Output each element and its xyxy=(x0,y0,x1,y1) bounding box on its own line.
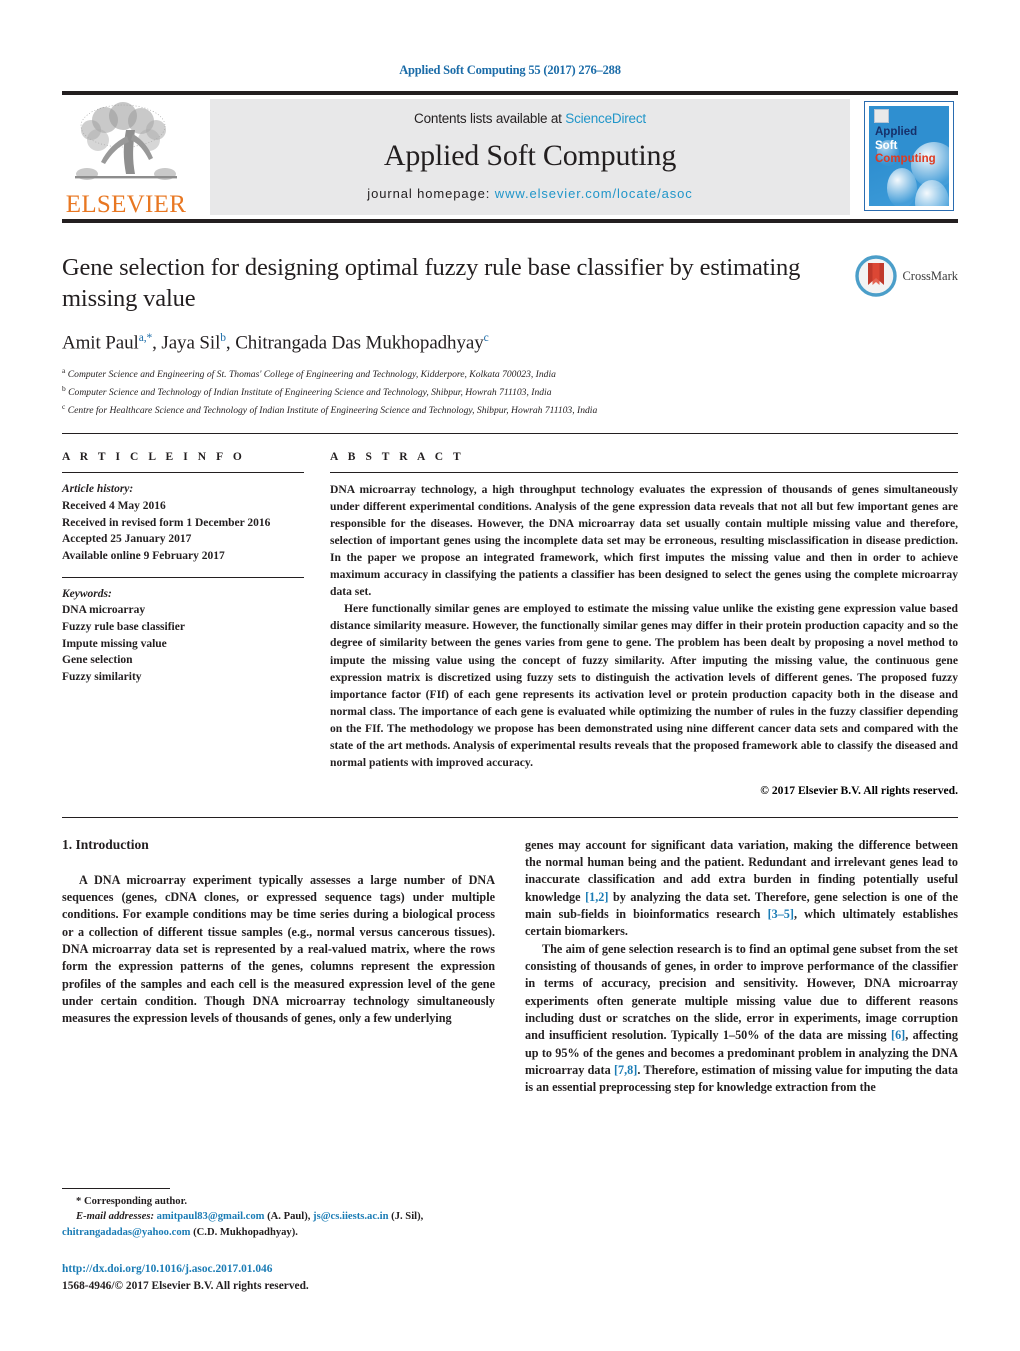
keywords-list: DNA microarray Fuzzy rule base classifier… xyxy=(62,602,304,685)
article-history-list: Received 4 May 2016 Received in revised f… xyxy=(62,498,304,565)
email-link-1[interactable]: amitpaul83@gmail.com xyxy=(157,1211,265,1222)
page-title: Gene selection for designing optimal fuz… xyxy=(62,254,801,312)
doi-link[interactable]: http://dx.doi.org/10.1016/j.asoc.2017.01… xyxy=(62,1261,486,1278)
paragraph: A DNA microarray experiment typically as… xyxy=(62,872,495,1026)
sciencedirect-link[interactable]: ScienceDirect xyxy=(565,111,646,126)
email-link-2[interactable]: js@cs.iiests.ac.in xyxy=(313,1211,388,1222)
abstract-divider xyxy=(330,472,958,474)
article-info-divider-1 xyxy=(62,472,304,474)
copyright-line: © 2017 Elsevier B.V. All rights reserved… xyxy=(760,783,958,797)
email-owner-2: (J. Sil), xyxy=(388,1211,424,1223)
article-info-heading: A R T I C L E I N F O xyxy=(62,451,246,464)
journal-homepage-link[interactable]: www.elsevier.com/locate/asoc xyxy=(495,186,693,201)
email-owner-3: (C.D. Mukhopadhyay). xyxy=(190,1226,298,1238)
intro-right-text: genes may account for significant data v… xyxy=(525,837,958,1097)
body-two-column: 1. Introduction A DNA microarray experim… xyxy=(62,837,958,1097)
elsevier-wordmark: ELSEVIER xyxy=(65,191,187,218)
affiliation-list: a Computer Science and Engineering of St… xyxy=(62,365,810,419)
abstract-body: DNA microarray technology, a high throug… xyxy=(330,481,958,771)
email-link-3[interactable]: chitrangadadas@yahoo.com xyxy=(62,1227,190,1238)
section-heading-introduction: 1. Introduction xyxy=(62,836,149,852)
citation-ref[interactable]: [3–5] xyxy=(768,907,794,921)
title-block: Gene selection for designing optimal fuz… xyxy=(62,253,958,419)
corresponding-author-note: * Corresponding author. xyxy=(76,1196,187,1208)
email-addresses-label: E-mail addresses: xyxy=(76,1211,154,1223)
body-right-column: genes may account for significant data v… xyxy=(525,837,958,1097)
affiliation-marker: b xyxy=(62,384,66,394)
body-left-column: 1. Introduction A DNA microarray experim… xyxy=(62,837,495,1097)
abstract-paragraph: Here functionally similar genes are empl… xyxy=(330,602,958,769)
cover-title-text: Applied Soft Computing xyxy=(875,126,936,167)
email-owner-1: (A. Paul), xyxy=(264,1211,314,1223)
keyword-item: Gene selection xyxy=(62,654,133,667)
doi-block: http://dx.doi.org/10.1016/j.asoc.2017.01… xyxy=(62,1261,486,1295)
journal-title: Applied Soft Computing xyxy=(383,139,677,172)
article-history-label: Article history: xyxy=(62,483,134,496)
keywords-label: Keywords: xyxy=(62,587,112,600)
email-addresses-note: E-mail addresses: amitpaul83@gmail.com (… xyxy=(62,1209,486,1240)
affiliation-line: a Computer Science and Engineering of St… xyxy=(62,366,556,381)
keyword-item: Impute missing value xyxy=(62,637,167,650)
cover-line-2: Soft xyxy=(875,139,898,152)
cover-line-1: Applied xyxy=(875,126,918,138)
article-info-divider-2 xyxy=(62,576,304,578)
abstract-column: A B S T R A C T DNA microarray technolog… xyxy=(330,451,958,797)
contents-prefix: Contents lists available at xyxy=(414,111,566,126)
author-list: Amit Paula,*, Jaya Silb, Chitrangada Das… xyxy=(62,331,489,354)
keyword-item: DNA microarray xyxy=(62,604,146,617)
elsevier-tree-icon xyxy=(71,100,181,192)
footnote-block: * Corresponding author. E-mail addresses… xyxy=(62,1188,486,1295)
crossmark-icon xyxy=(855,255,898,297)
footnote-rule xyxy=(62,1188,170,1190)
body-top-rule xyxy=(62,816,958,818)
citation-ref[interactable]: [6] xyxy=(891,1028,905,1042)
abstract-top-rule xyxy=(62,433,958,435)
cover-corner-icon xyxy=(874,109,889,123)
keyword-item: Fuzzy rule base classifier xyxy=(62,620,185,633)
affiliation-marker: c xyxy=(62,402,66,412)
journal-cover-thumbnail[interactable]: Applied Soft Computing xyxy=(858,99,958,215)
affiliation-marker: a xyxy=(62,366,66,376)
abstract-heading: A B S T R A C T xyxy=(330,451,465,464)
article-info-column: A R T I C L E I N F O Article history: R… xyxy=(62,451,330,797)
paragraph: genes may account for significant data v… xyxy=(525,837,958,941)
info-abstract-region: A R T I C L E I N F O Article history: R… xyxy=(62,451,958,797)
affiliation-line: b Computer Science and Technology of Ind… xyxy=(62,384,552,399)
contents-available-line: Contents lists available at ScienceDirec… xyxy=(414,111,646,126)
citation-ref[interactable]: [1,2] xyxy=(585,890,608,904)
abstract-paragraph: DNA microarray technology, a high throug… xyxy=(330,483,958,599)
running-head: Applied Soft Computing 55 (2017) 276–288 xyxy=(399,63,621,77)
article-history-item: Available online 9 February 2017 xyxy=(62,549,225,562)
article-history-item: Received in revised form 1 December 2016 xyxy=(62,516,271,529)
elsevier-logo: ELSEVIER xyxy=(62,95,190,219)
intro-left-text: A DNA microarray experiment typically as… xyxy=(62,872,495,1028)
keyword-item: Fuzzy similarity xyxy=(62,670,142,683)
article-history-item: Received 4 May 2016 xyxy=(62,499,166,512)
crossmark-label: CrossMark xyxy=(902,268,958,283)
article-first-page: Applied Soft Computing 55 (2017) 276–288 xyxy=(0,0,1020,1351)
article-history-item: Accepted 25 January 2017 xyxy=(62,533,192,546)
issn-copyright-line: 1568-4946/© 2017 Elsevier B.V. All right… xyxy=(62,1279,309,1292)
crossmark-badge[interactable]: CrossMark xyxy=(826,253,958,419)
paragraph: The aim of gene selection research is to… xyxy=(525,941,958,1097)
citation-ref[interactable]: [7,8] xyxy=(614,1063,637,1077)
masthead-bottom-rule xyxy=(62,219,958,223)
journal-masthead: ELSEVIER Contents lists available at Sci… xyxy=(62,91,958,219)
journal-homepage-line: journal homepage: www.elsevier.com/locat… xyxy=(367,186,692,201)
cover-line-3: Computing xyxy=(875,153,936,166)
homepage-prefix: journal homepage: xyxy=(367,186,495,201)
affiliation-line: c Centre for Healthcare Science and Tech… xyxy=(62,402,598,417)
journal-band: Contents lists available at ScienceDirec… xyxy=(210,99,850,215)
